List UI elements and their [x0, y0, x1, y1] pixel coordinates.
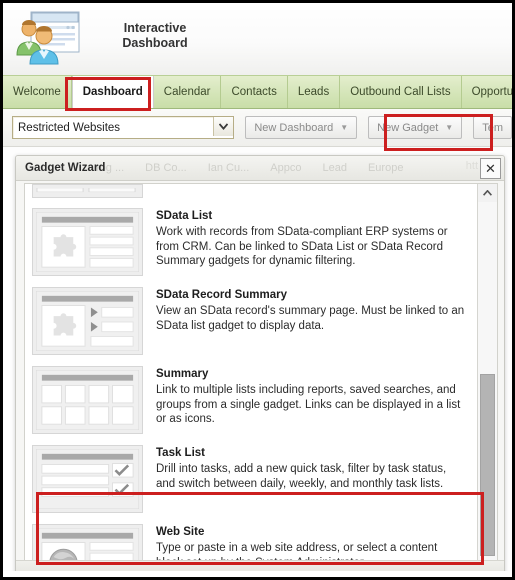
gadget-title-task-list: Task List — [156, 447, 205, 459]
gadget-list-panel: SData List Work with records from SData-… — [24, 183, 498, 562]
gadget-description-web-site: Type or paste in a web site address, or … — [156, 542, 438, 561]
background-tabs: rog ... DB Co... Ian Cu... Appco Lead Eu… — [96, 156, 464, 180]
puzzle-detail-thumb-icon — [32, 287, 143, 355]
list-item-text: Task List Drill into tasks, add a new qu… — [143, 445, 471, 513]
dashboard-toolbar: Restricted Websites New Dashboard ▼ New … — [3, 109, 512, 147]
caret-down-icon: ▼ — [340, 122, 349, 132]
list-item-text: Summary Link to multiple lists including… — [143, 366, 471, 434]
two-users-window-icon — [11, 9, 83, 67]
gadget-item-summary[interactable]: Summary Link to multiple lists including… — [25, 361, 477, 440]
list-item-text — [143, 184, 162, 198]
dashboard-select[interactable]: Restricted Websites — [12, 116, 235, 139]
grid-thumb-icon — [32, 366, 143, 434]
list-item-text: SData List Work with records from SData-… — [143, 208, 471, 276]
gadget-wizard-dialog: Gadget Wizard rog ... DB Co... Ian Cu...… — [15, 155, 505, 576]
new-gadget-button[interactable]: New Gadget ▼ — [368, 116, 463, 139]
gadget-title-summary: Summary — [156, 368, 209, 380]
page-bottom-strip — [3, 571, 512, 577]
scrollbar-thumb[interactable] — [480, 374, 495, 556]
dialog-title: Gadget Wizard — [25, 162, 106, 174]
gadget-title-sdata-record-summary: SData Record Summary — [156, 289, 288, 301]
checklist-thumb-icon — [32, 445, 143, 513]
gadget-list[interactable]: SData List Work with records from SData-… — [25, 184, 477, 561]
templates-button[interactable]: Tem — [473, 116, 512, 139]
globe-thumb-icon — [32, 524, 143, 561]
tab-dashboard[interactable]: Dashboard — [71, 76, 154, 108]
gadget-title-web-site: Web Site — [156, 526, 205, 538]
dialog-title-bar: Gadget Wizard rog ... DB Co... Ian Cu...… — [16, 156, 504, 181]
background-url-text: htt — [465, 160, 478, 172]
caret-down-icon: ▼ — [445, 122, 454, 132]
gadget-item-sdata-list[interactable]: SData List Work with records from SData-… — [25, 203, 477, 282]
app-title-line-1: Interactive — [123, 21, 187, 35]
new-dashboard-button[interactable]: New Dashboard ▼ — [245, 116, 358, 139]
templates-button-label: Tem — [482, 121, 503, 134]
gadget-description-sdata-record-summary: View an SData record's summary page. Mus… — [156, 305, 465, 332]
tab-contacts[interactable]: Contacts — [221, 76, 288, 108]
partial-gadget-thumb — [32, 184, 143, 198]
page-title: Interactive Dashboard — [109, 21, 201, 51]
gadget-item-sdata-record-summary[interactable]: SData Record Summary View an SData recor… — [25, 282, 477, 361]
background-tab-2: Ian Cu... — [207, 162, 250, 174]
background-tab-1: DB Co... — [145, 162, 187, 174]
tab-calendar[interactable]: Calendar — [154, 76, 222, 108]
app-title-line-2: Dashboard — [122, 36, 188, 50]
chevron-up-icon[interactable] — [478, 184, 497, 203]
list-item[interactable] — [25, 184, 477, 203]
new-gadget-button-label: New Gadget — [377, 121, 439, 134]
gadget-item-web-site[interactable]: Web Site Type or paste in a web site add… — [25, 519, 477, 561]
gadget-description-summary: Link to multiple lists including reports… — [156, 384, 461, 425]
list-item-text: SData Record Summary View an SData recor… — [143, 287, 471, 355]
gadget-title-sdata-list: SData List — [156, 210, 213, 222]
gadget-description-sdata-list: Work with records from SData-compliant E… — [156, 226, 448, 267]
background-tab-3: Appco — [270, 162, 302, 174]
background-tab-4: Lead — [322, 162, 347, 174]
chevron-down-icon[interactable] — [213, 117, 234, 136]
app-header: Interactive Dashboard — [3, 3, 512, 75]
tab-outbound-call-lists[interactable]: Outbound Call Lists — [340, 76, 462, 108]
tab-leads[interactable]: Leads — [288, 76, 341, 108]
tab-welcome[interactable]: Welcome — [3, 76, 72, 108]
main-tab-bar: Welcome Dashboard Calendar Contacts Lead… — [3, 75, 512, 109]
gadget-item-task-list[interactable]: Task List Drill into tasks, add a new qu… — [25, 440, 477, 519]
puzzle-list-thumb-icon — [32, 208, 143, 276]
gadget-list-scrollbar[interactable] — [477, 184, 497, 561]
gadget-description-task-list: Drill into tasks, add a new quick task, … — [156, 463, 447, 490]
background-tab-5: Europe — [367, 162, 404, 174]
close-icon[interactable]: ✕ — [480, 158, 501, 179]
dashboard-select-value: Restricted Websites — [18, 121, 121, 134]
application-window: Interactive Dashboard Welcome Dashboard … — [3, 3, 512, 577]
list-item-text: Web Site Type or paste in a web site add… — [143, 524, 471, 561]
tab-opportunities[interactable]: Opportunities — [462, 76, 512, 108]
new-dashboard-button-label: New Dashboard — [254, 121, 334, 134]
